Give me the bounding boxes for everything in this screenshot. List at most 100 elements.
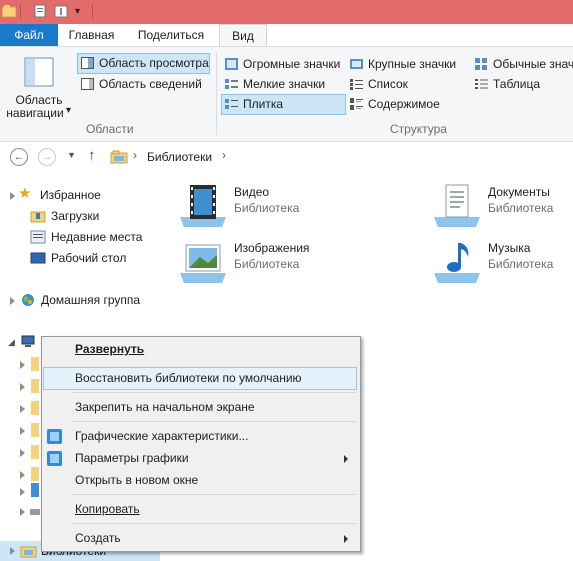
- preview-pane-label: Область просмотра: [99, 56, 209, 70]
- documents-library-icon: [434, 184, 480, 227]
- menu-item-label: Восстановить библиотеки по умолчанию: [75, 371, 302, 385]
- menu-item-label: Копировать: [75, 502, 140, 516]
- medium-icons-button[interactable]: Обычные значк: [472, 55, 573, 74]
- tiles-icon: [225, 99, 238, 109]
- up-button[interactable]: ↑: [88, 147, 96, 164]
- preview-pane-button[interactable]: Область просмотра: [77, 53, 210, 74]
- menu-separator: [72, 523, 356, 524]
- expand-arrow-icon[interactable]: [20, 449, 25, 457]
- collapse-arrow-icon[interactable]: ◢: [8, 337, 15, 348]
- menu-item-label: Создать: [75, 531, 121, 545]
- list-button[interactable]: Список: [347, 75, 465, 94]
- library-type: Библиотека: [488, 257, 554, 271]
- content-button[interactable]: Содержимое: [347, 95, 465, 114]
- chevron-down-icon: ▾: [66, 105, 72, 116]
- submenu-arrow-icon: [344, 455, 348, 463]
- forward-button[interactable]: →: [38, 148, 56, 166]
- navigation-pane-label2: навигации: [6, 106, 64, 120]
- arrow-left-icon: ←: [13, 151, 25, 163]
- address-bar-row: ← → ▼ ↑ › Библиотеки ›: [0, 142, 573, 172]
- expand-arrow-icon[interactable]: [10, 547, 15, 555]
- tree-item-label: Загрузки: [51, 209, 100, 223]
- downloads-folder-icon: [30, 211, 46, 223]
- small-icons-icon: [225, 79, 238, 89]
- expand-arrow-icon[interactable]: [20, 508, 25, 516]
- small-icons-button[interactable]: Мелкие значки: [222, 75, 344, 94]
- panes-group-label: Области: [86, 122, 134, 136]
- tree-item-label: Рабочий стол: [51, 251, 127, 265]
- breadcrumb-libraries[interactable]: Библиотеки: [147, 150, 212, 164]
- menu-item-label: Закрепить на начальном экране: [75, 400, 255, 414]
- menu-item-copy[interactable]: Копировать: [44, 499, 356, 520]
- breadcrumb-separator[interactable]: ›: [222, 148, 226, 162]
- library-type: Библиотека: [234, 257, 300, 271]
- tab-share[interactable]: Поделиться: [125, 24, 217, 46]
- folder-icon[interactable]: [31, 379, 39, 393]
- preview-pane-icon: [81, 57, 94, 69]
- details-view-button[interactable]: Таблица: [472, 75, 573, 94]
- medium-icons-icon: [475, 58, 487, 70]
- music-library-icon: [434, 243, 480, 283]
- library-tile-pictures[interactable]: Изображения Библиотека: [176, 239, 376, 285]
- navigation-pane-button[interactable]: Область навигации ▾: [4, 49, 74, 120]
- expand-arrow-icon[interactable]: [10, 297, 15, 305]
- menu-item-expand[interactable]: Развернуть: [44, 339, 356, 360]
- expand-arrow-icon[interactable]: [20, 405, 25, 413]
- expand-arrow-icon[interactable]: [20, 383, 25, 391]
- tree-item-label: Домашняя группа: [41, 293, 141, 307]
- menu-item-pin-start[interactable]: Закрепить на начальном экране: [44, 397, 356, 418]
- menu-item-new[interactable]: Создать: [44, 528, 356, 549]
- menu-item-restore-defaults[interactable]: Восстановить библиотеки по умолчанию: [43, 367, 357, 390]
- library-tile-music[interactable]: Музыка Библиотека: [430, 239, 573, 285]
- extra-large-icons-button[interactable]: Огромные значки: [222, 55, 344, 74]
- expand-arrow-icon[interactable]: [10, 192, 15, 200]
- content-icon: [350, 98, 363, 110]
- video-library-icon: [180, 185, 226, 227]
- tiles-label: Плитка: [243, 97, 284, 111]
- folder-icon[interactable]: [31, 357, 39, 371]
- tab-view[interactable]: Вид: [219, 24, 267, 47]
- folder-icon[interactable]: [31, 467, 39, 481]
- small-icons-label: Мелкие значки: [243, 77, 326, 91]
- details-pane-button[interactable]: Область сведений: [78, 75, 209, 94]
- menu-item-graphics-options[interactable]: Параметры графики: [44, 448, 356, 469]
- details-view-icon: [475, 79, 488, 89]
- folder-icon[interactable]: [31, 401, 39, 415]
- drive-icon[interactable]: [31, 483, 39, 497]
- title-divider: [20, 4, 21, 19]
- library-type: Библиотека: [488, 201, 554, 215]
- arrow-right-icon: →: [41, 151, 53, 163]
- recent-locations-icon[interactable]: ▼: [67, 150, 76, 160]
- menu-separator: [72, 494, 356, 495]
- star-icon: ★: [18, 185, 32, 202]
- extra-large-icons-label: Огромные значки: [243, 57, 341, 71]
- tab-file[interactable]: Файл: [0, 24, 58, 46]
- customize-quick-access-icon[interactable]: ▾: [75, 6, 80, 17]
- expand-arrow-icon[interactable]: [20, 361, 25, 369]
- tiles-button[interactable]: Плитка: [221, 94, 346, 115]
- expand-arrow-icon[interactable]: [20, 471, 25, 479]
- expand-arrow-icon[interactable]: [20, 427, 25, 435]
- medium-icons-label: Обычные значк: [493, 57, 573, 71]
- tree-item-label: Избранное: [40, 188, 101, 202]
- new-folder-icon[interactable]: [54, 4, 68, 18]
- back-button[interactable]: ←: [10, 148, 28, 166]
- explorer-folder-icon[interactable]: [2, 4, 16, 18]
- folder-icon[interactable]: [31, 423, 39, 437]
- folder-icon[interactable]: [31, 445, 39, 459]
- tab-home[interactable]: Главная: [58, 24, 125, 46]
- intel-graphics-icon: [47, 451, 62, 466]
- large-icons-icon: [350, 59, 363, 69]
- computer-icon[interactable]: [20, 335, 36, 349]
- tree-item-label: Недавние места: [51, 230, 143, 244]
- library-tile-documents[interactable]: Документы Библиотека: [430, 183, 573, 229]
- arrow-up-icon: ↑: [88, 147, 96, 164]
- large-icons-button[interactable]: Крупные значки: [347, 55, 465, 74]
- library-tile-video[interactable]: Видео Библиотека: [176, 183, 376, 229]
- expand-arrow-icon[interactable]: [20, 488, 25, 496]
- list-label: Список: [368, 77, 408, 91]
- menu-item-graphics-properties[interactable]: Графические характеристики...: [44, 426, 356, 447]
- properties-icon[interactable]: [33, 4, 47, 18]
- drive-icon[interactable]: [30, 509, 40, 515]
- menu-item-open-new-window[interactable]: Открыть в новом окне: [44, 470, 356, 491]
